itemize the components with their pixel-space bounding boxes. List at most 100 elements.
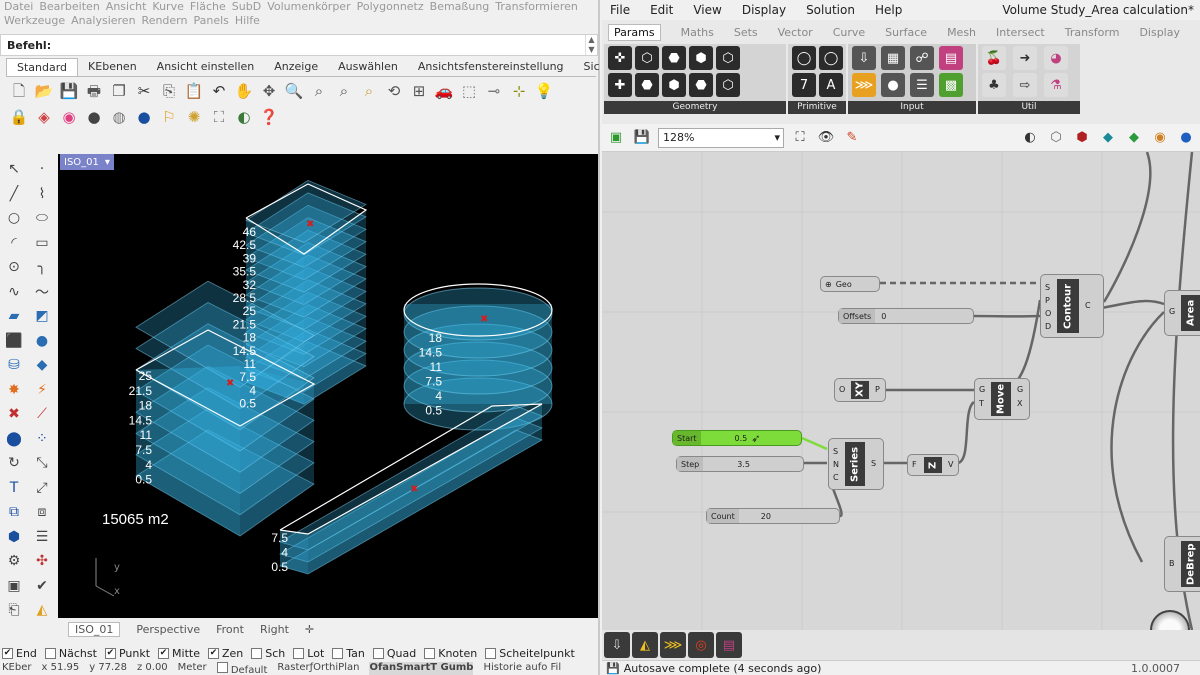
rendered-sphere-icon[interactable]: ● bbox=[133, 106, 155, 128]
zoom-extents-icon[interactable]: ⌕ bbox=[333, 80, 355, 102]
solver-icon[interactable]: ◆ bbox=[1124, 128, 1144, 148]
menu-item[interactable]: Rendern bbox=[142, 14, 188, 27]
gh-menu-item[interactable]: Solution bbox=[806, 3, 855, 17]
param-mesh-icon[interactable]: ⬡ bbox=[716, 46, 740, 70]
input-toggle-icon[interactable]: ☍ bbox=[910, 46, 934, 70]
move-component[interactable]: G T Move G X bbox=[974, 378, 1030, 420]
input-gradient-icon[interactable]: ▤ bbox=[939, 46, 963, 70]
arc-icon[interactable]: ◜ bbox=[2, 232, 26, 254]
viewport-title-tab[interactable]: ISO_01 ▾ bbox=[60, 154, 114, 170]
shaded-sphere-icon[interactable]: ◍ bbox=[108, 106, 130, 128]
debrep-component[interactable]: B DeBrep bbox=[1164, 536, 1200, 592]
print-icon[interactable]: 🖶 bbox=[83, 80, 105, 102]
analyze-icon[interactable]: ⚙ bbox=[2, 550, 26, 572]
toolbar-tab[interactable]: Standard bbox=[6, 58, 79, 76]
gumball-icon[interactable]: ✣ bbox=[30, 550, 54, 572]
add-viewport-icon[interactable]: ✛ bbox=[305, 623, 314, 636]
gh-tab[interactable]: Surface bbox=[885, 26, 927, 39]
input-list-icon[interactable]: ☰ bbox=[910, 73, 934, 97]
ungroup-icon[interactable]: ⧈ bbox=[30, 501, 54, 523]
rotate-view-icon[interactable]: ⟲ bbox=[383, 80, 405, 102]
paste-icon[interactable]: 📋 bbox=[183, 80, 205, 102]
osnap-toggle[interactable]: Nächst bbox=[44, 647, 97, 660]
gh-menu-item[interactable]: File bbox=[610, 3, 630, 17]
layer-icon[interactable]: ◈ bbox=[33, 106, 55, 128]
rotate-icon[interactable]: ↻ bbox=[2, 452, 26, 474]
gh-menu-item[interactable]: Edit bbox=[650, 3, 673, 17]
bottom-graph-icon[interactable]: ⋙ bbox=[660, 632, 686, 658]
viewport-tab[interactable]: Perspective bbox=[136, 623, 200, 636]
osnap-checkbox[interactable] bbox=[293, 647, 305, 659]
measure-icon[interactable]: ◭ bbox=[30, 599, 54, 621]
bottom-slider-icon[interactable]: ◭ bbox=[632, 632, 658, 658]
util-flask-icon[interactable]: ⚗ bbox=[1044, 73, 1068, 97]
util-arrow-outline-icon[interactable]: ⇨ bbox=[1013, 73, 1037, 97]
grid-snap-icon[interactable]: ⊹ bbox=[508, 80, 530, 102]
prim-string-icon[interactable]: A bbox=[819, 73, 843, 97]
gh-tab[interactable]: Maths bbox=[681, 26, 714, 39]
viewport-tab[interactable]: ISO_01 bbox=[68, 621, 121, 637]
osnap-toggle[interactable]: Lot bbox=[293, 647, 324, 660]
command-line[interactable]: Befehl: ▲ ▼ bbox=[0, 34, 598, 56]
zoom-selected-icon[interactable]: ⌕ bbox=[358, 80, 380, 102]
scale-icon[interactable]: ⤡ bbox=[30, 452, 54, 474]
input-graph-icon[interactable]: ▩ bbox=[939, 73, 963, 97]
gh-tab[interactable]: Params bbox=[608, 23, 661, 41]
bottom-timer-icon[interactable]: ◎ bbox=[688, 632, 714, 658]
unit-z-component[interactable]: FZV bbox=[907, 454, 959, 476]
help-icon[interactable]: ❓ bbox=[258, 106, 280, 128]
point-icon[interactable]: ⊸ bbox=[483, 80, 505, 102]
cut-icon[interactable]: ✂ bbox=[133, 80, 155, 102]
gh-tab[interactable]: Display bbox=[1139, 26, 1180, 39]
util-arrow-icon[interactable]: ➜ bbox=[1013, 46, 1037, 70]
status-gumball[interactable]: OfanSmartT Gumb bbox=[369, 662, 474, 675]
status-history[interactable]: Historie aufo Fil bbox=[483, 662, 561, 675]
cplane-icon[interactable]: ⬚ bbox=[458, 80, 480, 102]
polyline-icon[interactable]: ⌇ bbox=[30, 183, 54, 205]
zoom-extents-frame-icon[interactable]: ⛶ bbox=[790, 128, 810, 148]
zoom-select[interactable]: 128% ▾ bbox=[658, 127, 784, 148]
osnap-toggle[interactable]: ✔ End bbox=[2, 647, 37, 660]
surface-edit-icon[interactable]: ◩ bbox=[30, 305, 54, 327]
param-vector-icon[interactable]: ⬣ bbox=[635, 73, 659, 97]
circle-icon[interactable]: ○ bbox=[2, 207, 26, 229]
explode-icon[interactable]: ✸ bbox=[2, 379, 26, 401]
input-slider-icon[interactable]: ⋙ bbox=[852, 73, 876, 97]
osnap-checkbox[interactable]: ✔ bbox=[2, 647, 13, 659]
series-component[interactable]: S N C Series S bbox=[828, 438, 884, 490]
block-icon[interactable]: ⬢ bbox=[2, 526, 26, 548]
open-file-icon[interactable]: ▣ bbox=[606, 128, 626, 148]
osnap-toggle[interactable]: ✔ Mitte bbox=[158, 647, 200, 660]
osnap-toggle[interactable]: Scheitelpunkt bbox=[485, 647, 575, 660]
menu-item[interactable]: Volumenkörper bbox=[267, 0, 350, 13]
gh-tab[interactable]: Mesh bbox=[947, 26, 976, 39]
gh-tab[interactable]: Transform bbox=[1065, 26, 1120, 39]
viewport-tab[interactable]: Front bbox=[216, 623, 244, 636]
paste-tool-icon[interactable]: ⎗ bbox=[2, 599, 26, 621]
pan-hand-icon[interactable]: ✋ bbox=[233, 80, 255, 102]
new-file-icon[interactable]: 🗋 bbox=[8, 80, 30, 102]
save-icon[interactable]: 💾 bbox=[58, 80, 80, 102]
toolbar-tab[interactable]: Ansichtsfenstereinstellung bbox=[408, 58, 574, 76]
gh-tab[interactable]: Vector bbox=[778, 26, 813, 39]
copy-icon[interactable]: ⎘ bbox=[158, 80, 180, 102]
toolbar-tab[interactable]: Anzeige bbox=[264, 58, 328, 76]
cylinder-icon[interactable]: ⛁ bbox=[2, 354, 26, 376]
material-sphere-icon[interactable]: ● bbox=[83, 106, 105, 128]
gh-tab[interactable]: Curve bbox=[833, 26, 865, 39]
param-circle-icon[interactable]: ✜ bbox=[608, 46, 632, 70]
undo-icon[interactable]: ↶ bbox=[208, 80, 230, 102]
menu-item[interactable]: SubD bbox=[232, 0, 261, 13]
menu-item[interactable]: Datei bbox=[4, 0, 33, 13]
status-modes[interactable]: RasterƒOrthiPlan bbox=[277, 662, 359, 675]
menu-item[interactable]: Analysieren bbox=[71, 14, 135, 27]
menu-item[interactable]: Ansicht bbox=[106, 0, 147, 13]
gh-canvas[interactable]: ⊕ Geo Offsets 0 S P O D Contour C G Area O XY P G T Move G… bbox=[602, 152, 1200, 630]
viewport-dropdown-icon[interactable]: ▾ bbox=[105, 157, 110, 168]
group-icon[interactable]: ⧉ bbox=[2, 501, 26, 523]
osnap-checkbox[interactable] bbox=[44, 647, 56, 659]
param-point-icon[interactable]: ✚ bbox=[608, 73, 632, 97]
blocks-icon[interactable]: ⛶ bbox=[208, 106, 230, 128]
param-box-icon[interactable]: ⬣ bbox=[689, 73, 713, 97]
util-ball-icon[interactable]: ◕ bbox=[1044, 46, 1068, 70]
